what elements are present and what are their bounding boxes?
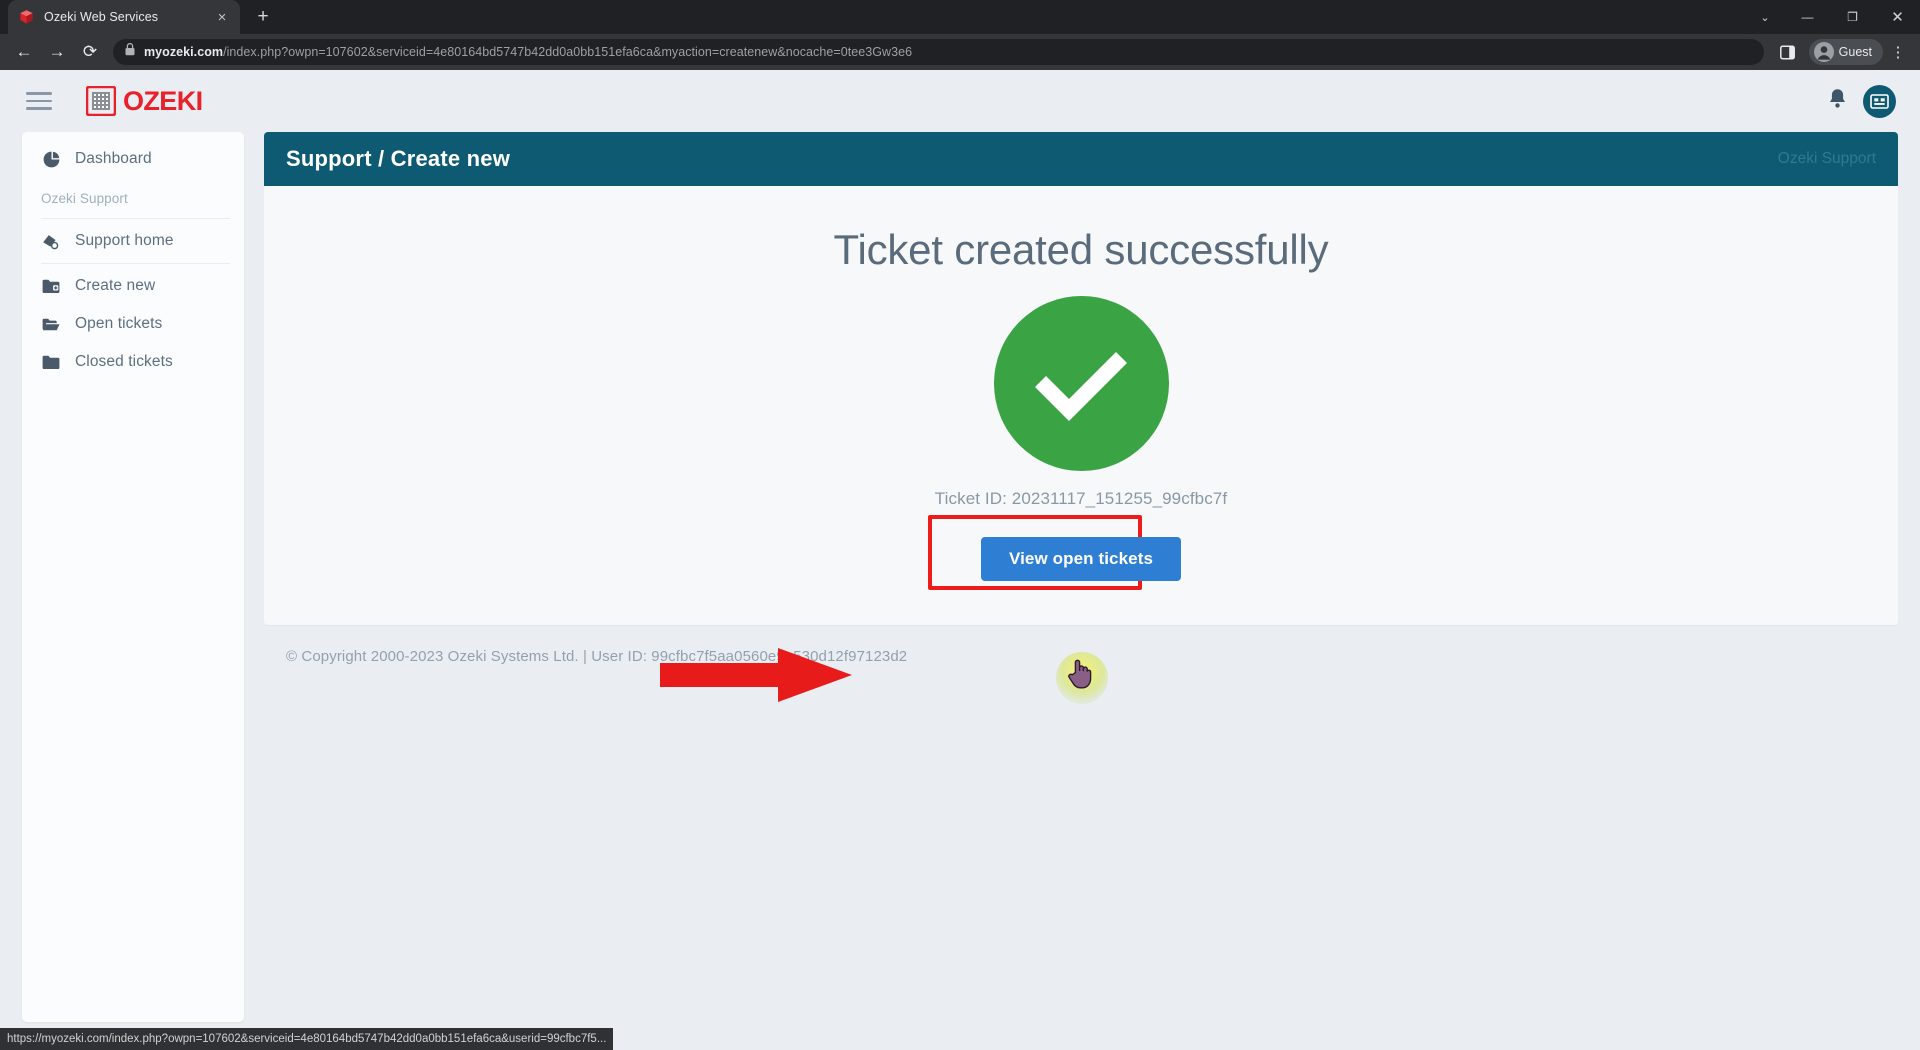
panel-content: Ticket created successfully Ticket ID: 2… (264, 186, 1898, 626)
view-open-tickets-button[interactable]: View open tickets (980, 537, 1182, 581)
browser-window: Ozeki Web Services × + ⌄ — ❐ ✕ ← → ⟳ myo… (0, 0, 1920, 1050)
panel-header: Support / Create new Ozeki Support (264, 132, 1898, 186)
hamburger-menu-icon[interactable] (22, 84, 56, 118)
brand-wordmark: OZEKI (123, 85, 203, 116)
sidebar-item-label: Closed tickets (75, 353, 173, 370)
main-panel: Support / Create new Ozeki Support Ticke… (264, 132, 1898, 665)
green-check-circle-icon (993, 296, 1169, 471)
lock-icon (125, 43, 135, 61)
profile-label: Guest (1838, 45, 1872, 59)
sidebar-item-label: Open tickets (75, 315, 163, 332)
sidebar-item-support-home[interactable]: Support home (22, 222, 244, 260)
address-bar[interactable]: myozeki.com/index.php?owpn=107602&servic… (113, 39, 1764, 65)
tab-strip: Ozeki Web Services × + ⌄ — ❐ ✕ (0, 0, 1920, 34)
red-arrow-pointer (660, 648, 852, 707)
toolbar-right-actions: Guest ⋮ (1773, 37, 1911, 67)
link-status-bar: https://myozeki.com/index.php?owpn=10760… (0, 1028, 614, 1050)
sidebar-item-label: Support home (75, 232, 174, 249)
success-heading: Ticket created successfully (833, 226, 1329, 273)
sidebar-item-open-tickets[interactable]: Open tickets (22, 305, 244, 343)
tab-title: Ozeki Web Services (44, 10, 159, 24)
sidebar-item-create-new[interactable]: Create new (22, 267, 244, 305)
page-footer: © Copyright 2000-2023 Ozeki Systems Ltd.… (286, 648, 908, 665)
panel-header-subtitle: Ozeki Support (1777, 150, 1876, 167)
profile-chip[interactable]: Guest (1808, 39, 1883, 65)
sidebar-divider (41, 218, 230, 219)
sidebar-item-closed-tickets[interactable]: Closed tickets (22, 343, 244, 381)
close-window-button[interactable]: ✕ (1875, 0, 1920, 34)
sidebar-divider (41, 263, 230, 264)
ozeki-cube-favicon (18, 9, 35, 26)
sidebar-item-label: Dashboard (75, 150, 152, 167)
page-body: Dashboard Ozeki Support Support home Cre… (0, 132, 1920, 1022)
app-header-actions (1828, 84, 1896, 118)
pie-chart-icon (41, 151, 61, 168)
browser-tab[interactable]: Ozeki Web Services × (8, 0, 240, 34)
folder-closed-icon (41, 355, 61, 370)
url-text: myozeki.com/index.php?owpn=107602&servic… (144, 45, 912, 59)
side-panel-icon[interactable] (1773, 37, 1803, 67)
app-header-bar: OZEKI (0, 70, 1920, 132)
page-title: Support / Create new (286, 146, 511, 171)
ozeki-grid-mark-icon (85, 85, 117, 117)
user-avatar[interactable] (1863, 84, 1896, 118)
url-path: /index.php?owpn=107602&serviceid=4e80164… (223, 45, 913, 59)
maximize-button[interactable]: ❐ (1830, 0, 1875, 34)
browser-toolbar: ← → ⟳ myozeki.com/index.php?owpn=107602&… (0, 34, 1920, 70)
notification-bell-icon[interactable] (1828, 88, 1847, 115)
reload-button[interactable]: ⟳ (75, 37, 105, 67)
chrome-menu-button[interactable]: ⋮ (1885, 37, 1911, 67)
cta-wrapper: View open tickets (927, 515, 1182, 590)
page-viewport: OZEKI Dashboard Ozeki Support Support ho… (0, 70, 1920, 1050)
user-avatar-icon (1813, 42, 1834, 62)
window-controls: ⌄ — ❐ ✕ (1745, 0, 1920, 34)
folder-open-icon (41, 317, 61, 332)
tab-close-icon[interactable]: × (214, 10, 230, 25)
sidebar-nav: Dashboard Ozeki Support Support home Cre… (22, 132, 244, 1022)
back-button[interactable]: ← (9, 37, 39, 67)
sidebar-group-label: Ozeki Support (41, 191, 128, 206)
ticket-id-text: Ticket ID: 20231117_151255_99cfbc7f (934, 489, 1228, 508)
folder-plus-icon (41, 279, 61, 294)
sidebar-item-dashboard[interactable]: Dashboard (22, 140, 244, 178)
minimize-button[interactable]: — (1785, 0, 1830, 34)
forward-button[interactable]: → (42, 37, 72, 67)
sidebar-item-label: Create new (75, 277, 156, 294)
tab-search-chevron-icon[interactable]: ⌄ (1745, 0, 1785, 34)
support-home-icon (41, 233, 61, 250)
new-tab-button[interactable]: + (248, 2, 278, 32)
url-host: myozeki.com (144, 45, 224, 59)
ozeki-logo[interactable]: OZEKI (85, 85, 203, 117)
